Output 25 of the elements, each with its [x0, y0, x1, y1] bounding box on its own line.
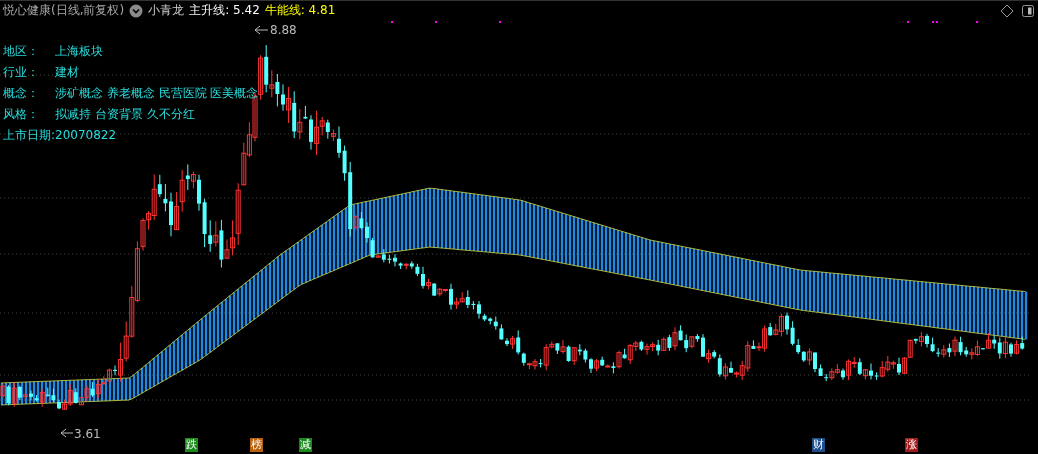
- info-value: 涉矿概念 养老概念 民营医院 医美概念: [55, 85, 259, 102]
- high-price-label: 8.88: [270, 23, 297, 37]
- info-label: 风格：: [3, 106, 40, 123]
- dropdown-icon[interactable]: [129, 3, 144, 18]
- info-label: 行业：: [3, 64, 40, 81]
- info-label: 概念：: [3, 85, 40, 102]
- arrow-icon: [254, 25, 269, 35]
- event-marker[interactable]: 减: [299, 438, 312, 452]
- event-marker[interactable]: 涨: [905, 438, 918, 452]
- diamond-icon[interactable]: [1000, 3, 1014, 18]
- indicator-value: 主升线: 5.42: [189, 2, 260, 19]
- stock-title: 悦心健康(日线,前复权): [3, 2, 125, 19]
- arrow-icon: [60, 428, 74, 438]
- panel-toggle-icon[interactable]: [1022, 3, 1034, 18]
- listing-date: 上市日期:20070822: [3, 127, 118, 144]
- info-value: 上海板块: [55, 43, 103, 60]
- info-value: 建材: [55, 64, 79, 81]
- indicator-value: 牛能线: 4.81: [264, 2, 336, 19]
- event-marker[interactable]: 财: [812, 438, 825, 452]
- info-value: 拟减持 台资背景 久不分红: [55, 106, 195, 123]
- indicator-name[interactable]: 小青龙: [148, 2, 185, 19]
- info-label: 地区：: [3, 43, 40, 60]
- event-marker[interactable]: 榜: [250, 438, 263, 452]
- event-marker[interactable]: 跌: [185, 438, 198, 452]
- low-price-label: 3.61: [74, 427, 101, 441]
